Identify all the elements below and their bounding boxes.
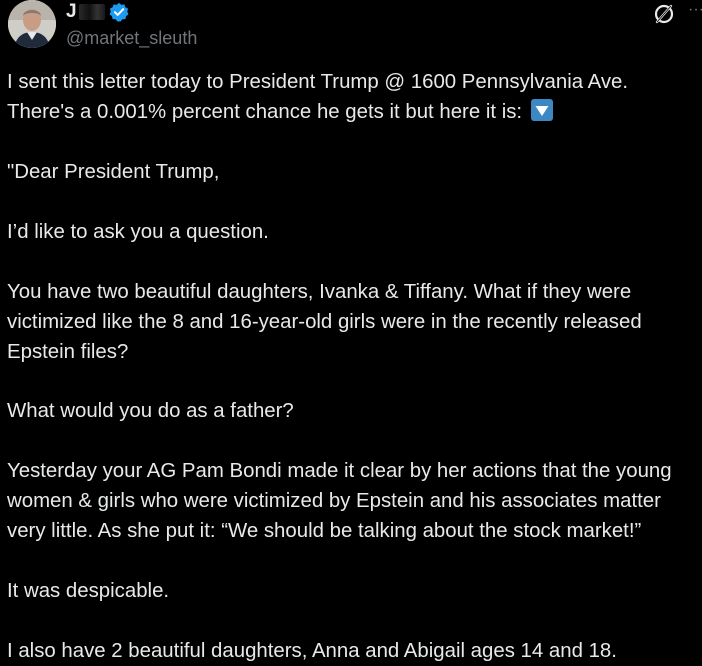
- avatar[interactable]: [8, 0, 56, 48]
- author-handle[interactable]: @market_sleuth: [66, 28, 197, 49]
- text-line: I also have 2 beautiful daughters, Anna …: [7, 640, 617, 662]
- display-name[interactable]: J: [66, 1, 77, 23]
- profile-photo-icon: [8, 0, 56, 48]
- text-line-with-emoji: There's a 0.001% percent chance he gets …: [7, 97, 554, 127]
- text-line: It was despicable.: [7, 580, 170, 602]
- down-arrow-button-emoji-icon: [530, 99, 553, 121]
- verified-badge-icon: [109, 2, 129, 22]
- text-line: very little. As she put it: “We should b…: [7, 520, 642, 542]
- redacted-name-block: [78, 4, 105, 20]
- text-line: women & girls who were victimized by Eps…: [7, 490, 661, 512]
- text-line: There's a 0.001% percent chance he gets …: [7, 101, 523, 123]
- text-line: Epstein files?: [7, 341, 129, 363]
- text-line: I’d like to ask you a question.: [7, 221, 269, 243]
- grok-icon[interactable]: [652, 2, 676, 26]
- more-dots-icon[interactable]: ···: [688, 2, 702, 22]
- author-name-row[interactable]: J: [66, 0, 129, 24]
- text-line: Yesterday your AG Pam Bondi made it clea…: [7, 460, 672, 482]
- text-line: What would you do as a father?: [7, 400, 294, 422]
- tweet: J @market_sleuth ··· I sent this letter …: [0, 0, 702, 662]
- text-line: "Dear President Trump,: [7, 161, 220, 183]
- text-line: You have two beautiful daughters, Ivanka…: [7, 281, 632, 303]
- text-line: victimized like the 8 and 16-year-old gi…: [7, 311, 642, 333]
- text-line: I sent this letter today to President Tr…: [7, 71, 629, 93]
